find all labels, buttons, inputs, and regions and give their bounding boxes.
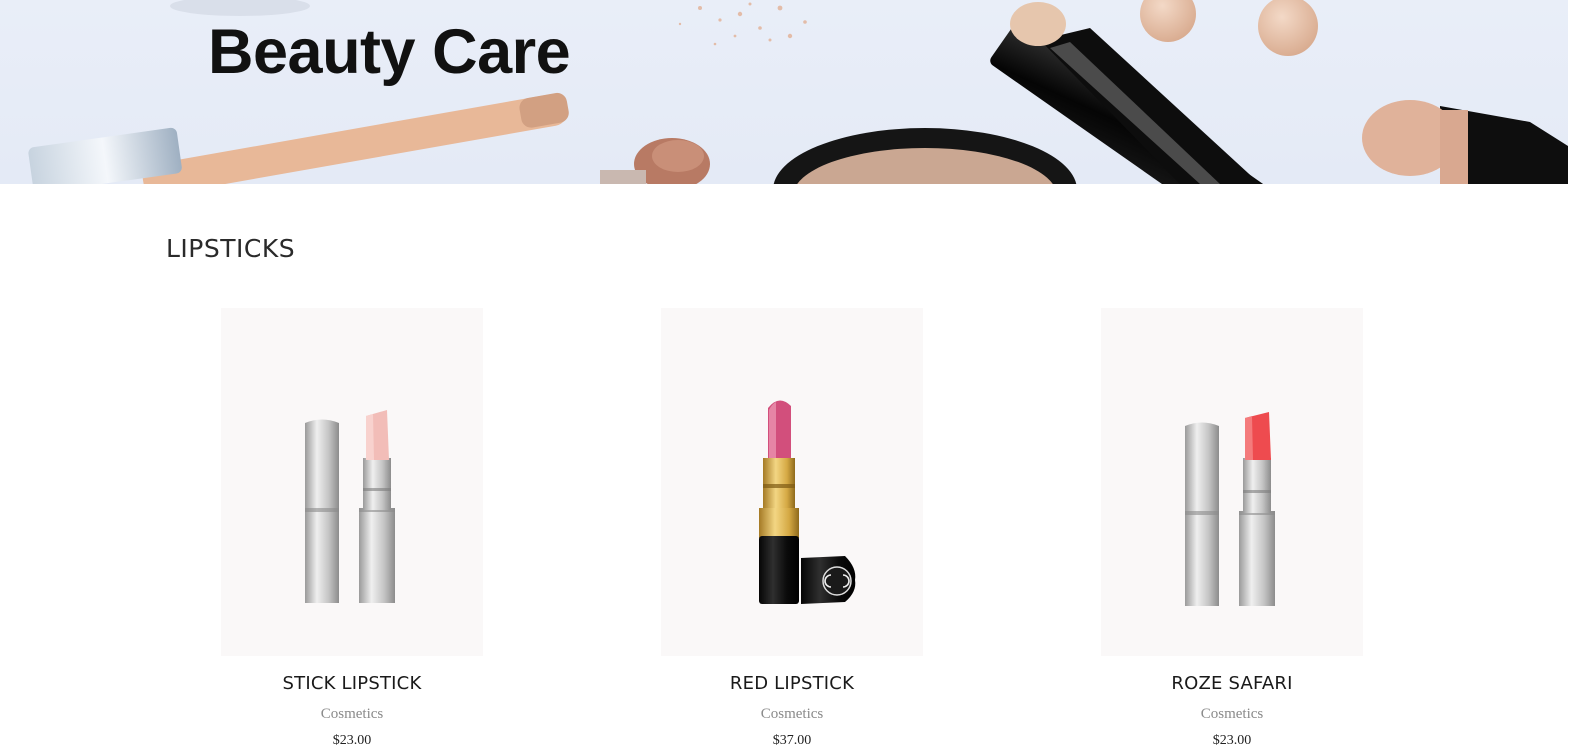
silver-lipstick-coral-icon (1185, 412, 1275, 606)
product-image[interactable] (661, 308, 923, 656)
product-name[interactable]: ROZE SAFARI (1061, 672, 1403, 696)
product-category: Cosmetics (320, 706, 384, 722)
product-image[interactable] (221, 308, 483, 656)
hero-title: Beauty Care (208, 17, 571, 87)
product-price: $37.00 (772, 733, 812, 748)
product-image[interactable] (1101, 308, 1363, 656)
page-edge (1568, 0, 1584, 755)
silver-lipstick-nude-icon (305, 410, 395, 603)
product-name[interactable]: STICK LIPSTICK (181, 672, 523, 696)
product-category: Cosmetics (760, 706, 824, 722)
product-name[interactable]: RED LIPSTICK (621, 672, 963, 696)
product-card[interactable]: ROZE SAFARI Cosmetics $23.00 (1101, 308, 1363, 753)
product-price: $23.00 (332, 733, 372, 748)
product-card[interactable]: RED LIPSTICK Cosmetics $37.00 (661, 308, 923, 753)
hero-banner: Beauty Care (0, 0, 1568, 184)
black-gold-lipstick-icon (759, 400, 856, 604)
product-category: Cosmetics (1200, 706, 1264, 722)
product-card[interactable]: STICK LIPSTICK Cosmetics $23.00 (221, 308, 483, 753)
product-price: $23.00 (1212, 733, 1252, 748)
section-title: LIPSTICKS (166, 234, 296, 263)
